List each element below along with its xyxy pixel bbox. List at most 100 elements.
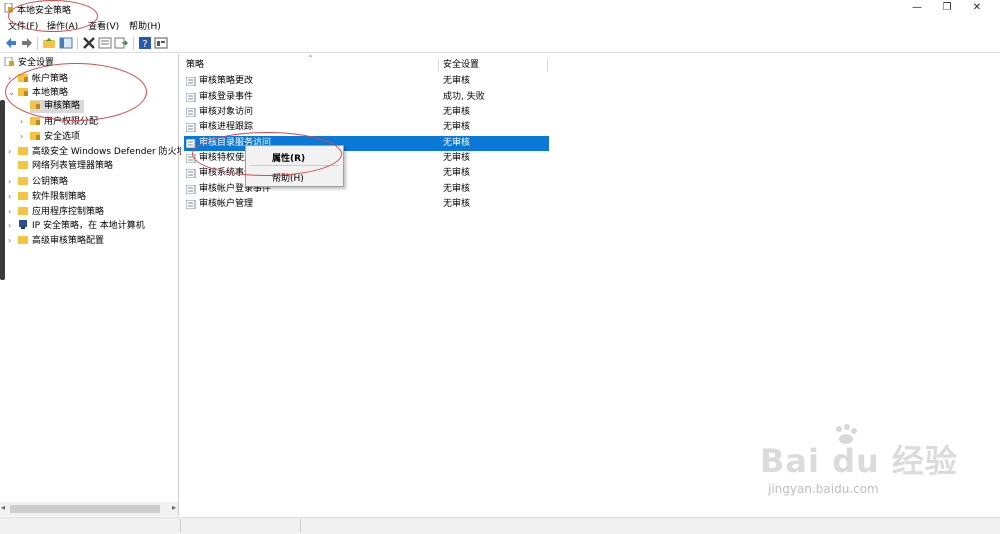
policy-value: 无审核 <box>443 122 471 132</box>
folder-lock-icon <box>18 88 28 96</box>
table-row[interactable]: 审核特权使用 无审核 <box>184 151 549 166</box>
window-title: 本地安全策略 <box>17 6 72 16</box>
folder-icon <box>18 147 28 155</box>
folder-icon <box>18 161 28 169</box>
sort-up-icon: ⌃ <box>307 54 314 63</box>
properties-icon[interactable] <box>98 36 112 50</box>
tree-item-user-rights-assignment[interactable]: › 用户权限分配 <box>20 115 98 128</box>
scroll-left-icon[interactable]: ◂ <box>1 503 5 512</box>
table-row[interactable]: 审核帐户管理 无审核 <box>184 197 549 212</box>
tree-item-label: 高级安全 Windows Defender 防火墙 <box>32 147 186 157</box>
left-edge-scroll-indicator <box>0 100 5 280</box>
folder-lock-icon <box>30 101 40 109</box>
policy-name: 审核帐户管理 <box>199 199 254 209</box>
maximize-button[interactable]: ❐ <box>933 0 961 16</box>
help-icon[interactable]: ? <box>138 36 152 50</box>
table-row[interactable]: 审核登录事件 成功, 失败 <box>184 90 549 105</box>
policy-name: 审核登录事件 <box>199 92 254 102</box>
minimize-button[interactable]: — <box>903 0 931 16</box>
up-folder-icon[interactable] <box>42 36 56 50</box>
scroll-right-icon[interactable]: ▸ <box>172 503 176 512</box>
table-row[interactable]: 审核系统事件 无审核 <box>184 166 549 181</box>
expand-arrow-icon[interactable]: › <box>8 234 18 247</box>
tree-item-label: 用户权限分配 <box>44 117 99 127</box>
expand-arrow-icon[interactable]: › <box>20 115 30 128</box>
expand-arrow-icon[interactable]: › <box>8 219 18 232</box>
tree-item-label: 安全选项 <box>44 132 81 142</box>
policy-value: 无审核 <box>443 76 471 86</box>
tree-root-security-settings[interactable]: 安全设置 <box>4 57 54 70</box>
expand-arrow-icon[interactable]: › <box>8 72 18 85</box>
policy-item-icon <box>186 154 196 163</box>
folder-icon <box>18 177 28 185</box>
expand-arrow-icon[interactable]: › <box>8 205 18 218</box>
tree-item-public-key-policies[interactable]: › 公钥策略 <box>8 175 68 188</box>
tree-item-audit-policy[interactable]: 审核策略 <box>30 100 85 113</box>
tree-item-software-restriction[interactable]: › 软件限制策略 <box>8 190 86 203</box>
expand-arrow-icon[interactable]: › <box>8 145 18 158</box>
folder-icon <box>18 207 28 215</box>
context-menu-help[interactable]: 帮助(H) <box>272 171 304 184</box>
policy-name: 审核进程跟踪 <box>199 122 254 132</box>
policy-name: 审核对象访问 <box>199 107 254 117</box>
policy-item-icon <box>186 169 196 178</box>
tree-item-network-list-manager[interactable]: 网络列表管理器策略 <box>18 160 113 173</box>
tree-item-label: 软件限制策略 <box>32 192 87 202</box>
tree-item-account-policies[interactable]: › 帐户策略 <box>8 72 68 85</box>
toolbar-separator <box>77 37 78 50</box>
column-header-security-setting[interactable]: 安全设置 <box>443 58 548 72</box>
context-menu-separator <box>250 165 339 166</box>
forward-arrow-icon[interactable] <box>20 36 34 50</box>
table-row[interactable]: 审核进程跟踪 无审核 <box>184 120 549 135</box>
policy-value: 无审核 <box>443 168 471 178</box>
console-view-icon[interactable] <box>154 36 168 50</box>
policy-value: 无审核 <box>443 199 471 209</box>
table-row[interactable]: 审核策略更改 无审核 <box>184 74 549 89</box>
folder-icon <box>18 192 28 200</box>
menu-bar: 文件(F) 操作(A) 查看(V) 帮助(H) <box>0 17 1000 32</box>
tree-item-app-control[interactable]: › 应用程序控制策略 <box>8 205 104 218</box>
show-hide-tree-icon[interactable] <box>59 36 73 50</box>
tree-item-security-options[interactable]: › 安全选项 <box>20 130 80 143</box>
status-bar-divider <box>300 519 301 532</box>
tree-item-ip-security[interactable]: › IP 安全策略，在 本地计算机 <box>8 219 145 232</box>
tree-item-label: 审核策略 <box>44 101 81 111</box>
collapse-arrow-icon[interactable]: ⌄ <box>8 86 18 99</box>
policy-item-icon <box>186 93 196 102</box>
policy-value: 无审核 <box>443 153 471 163</box>
policy-value: 无审核 <box>443 184 471 194</box>
delete-icon[interactable] <box>82 36 96 50</box>
tree-item-local-policies[interactable]: ⌄ 本地策略 <box>8 86 68 99</box>
horizontal-scrollbar[interactable]: ◂ ▸ <box>0 502 178 516</box>
tree-item-label: 高级审核策略配置 <box>32 236 105 246</box>
expand-arrow-icon[interactable]: › <box>20 130 30 143</box>
table-row[interactable]: 审核对象访问 无审核 <box>184 105 549 120</box>
tree-item-advanced-audit[interactable]: › 高级审核策略配置 <box>8 234 104 247</box>
tree-item-windows-defender-firewall[interactable]: › 高级安全 Windows Defender 防火墙 <box>8 145 186 158</box>
expand-arrow-icon[interactable]: › <box>8 175 18 188</box>
policy-value: 无审核 <box>443 138 471 148</box>
table-row-selected[interactable]: 审核目录服务访问 无审核 <box>184 136 549 151</box>
policy-value: 无审核 <box>443 107 471 117</box>
context-menu-properties[interactable]: 属性(R) <box>272 151 305 164</box>
tree-item-label: 本地策略 <box>32 88 69 98</box>
scrollbar-thumb[interactable] <box>10 505 160 513</box>
local-security-policy-icon <box>4 3 13 13</box>
toolbar-separator <box>133 37 134 50</box>
policy-item-icon <box>186 123 196 132</box>
policy-item-icon <box>186 185 196 194</box>
menu-file[interactable]: 文件(F) <box>8 19 38 32</box>
menu-view[interactable]: 查看(V) <box>88 19 119 32</box>
policy-item-icon <box>186 139 196 148</box>
svg-text:?: ? <box>142 39 147 50</box>
policy-item-icon <box>186 108 196 117</box>
close-button[interactable]: ✕ <box>963 0 991 16</box>
back-arrow-icon[interactable] <box>4 36 18 50</box>
menu-help[interactable]: 帮助(H) <box>129 19 161 32</box>
export-list-icon[interactable] <box>114 36 128 50</box>
menu-action[interactable]: 操作(A) <box>47 19 78 32</box>
table-row[interactable]: 审核帐户登录事件 无审核 <box>184 182 549 197</box>
folder-lock-icon <box>30 132 40 140</box>
tree-item-label: IP 安全策略，在 本地计算机 <box>32 221 145 231</box>
expand-arrow-icon[interactable]: › <box>8 190 18 203</box>
